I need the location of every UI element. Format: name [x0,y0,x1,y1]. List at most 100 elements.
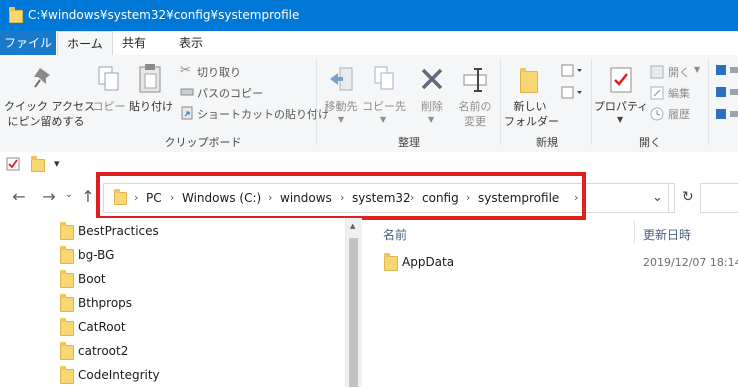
column-header-modified[interactable]: 更新日時 [643,226,691,243]
pin-to-quick-access-button[interactable]: クイック アクセス にピン留めする [4,59,95,131]
easy-access-icon[interactable] [560,85,584,101]
pin-label-line1: クイック アクセス [4,100,95,113]
tab-file[interactable]: ファイル [0,31,56,55]
group-label-clipboard: クリップボード [164,136,242,149]
breadcrumb-windows-c[interactable]: Windows (C:) [182,191,261,205]
paste-label: 貼り付け [129,100,173,113]
copy-button[interactable]: コピー [90,59,128,131]
back-arrow-icon[interactable]: ← [10,187,28,206]
copy-to-label: コピー先 [362,100,406,113]
copy-path-icon [180,88,194,96]
copy-path-label: パスのコピー [197,87,263,100]
ribbon-tabs: ファイル ホーム 共有 表示 [0,31,738,57]
group-label-new: 新規 [536,136,558,149]
scroll-up-icon[interactable]: ▲ [350,222,355,230]
open-icon [650,65,664,79]
tab-view[interactable]: 表示 [165,31,217,55]
refresh-icon[interactable]: ↻ [682,189,694,205]
new-folder-label-line2: フォルダー [504,115,559,128]
breadcrumb-chevron-icon[interactable]: › [268,191,272,204]
scrollbar-thumb[interactable] [349,238,358,387]
chevron-down-icon: ▼ [338,115,345,124]
copy-to-button[interactable]: コピー先 ▼ [362,59,406,131]
move-to-button[interactable]: 移動先 ▼ [320,59,362,131]
window-title: C:¥windows¥system32¥config¥systemprofile [28,8,300,22]
column-separator[interactable] [634,220,635,244]
move-to-icon [330,67,353,91]
rename-icon [463,68,487,92]
rename-label-line2: 変更 [464,115,486,128]
recent-locations-chevron-icon[interactable]: ⌄ [64,189,74,200]
tree-item-label: bg-BG [78,248,115,262]
new-folder-qat-icon[interactable] [31,156,45,172]
folder-icon [60,294,74,312]
open-label: 開く [668,66,690,79]
breadcrumb-systemprofile[interactable]: systemprofile [478,191,559,205]
properties-button[interactable]: プロパティ ▼ [594,59,648,131]
chevron-down-icon: ▼ [380,115,387,124]
ribbon-separator [316,59,317,145]
paste-button[interactable]: 貼り付け [128,59,174,131]
folder-icon [60,318,74,336]
folder-icon [60,366,74,384]
new-item-icon[interactable] [560,63,584,79]
chevron-down-icon: ▼ [617,115,624,124]
paste-shortcut-label: ショートカットの貼り付け [197,108,329,121]
navigation-pane: BestPractices bg-BG Boot Bthprops CatRoo… [0,218,360,387]
breadcrumb-system32[interactable]: system32 [352,191,411,205]
forward-arrow-icon[interactable]: → [40,187,58,206]
chevron-down-icon: ▼ [694,65,701,74]
tree-item-label: Boot [78,272,106,286]
new-folder-icon [520,68,538,93]
history-icon [650,107,664,121]
breadcrumb-chevron-icon[interactable]: › [340,191,344,204]
edit-icon [650,86,664,100]
column-header-name[interactable]: 名前 [383,226,407,243]
tree-item-label: CodeIntegrity [78,368,160,382]
breadcrumb-chevron-icon[interactable]: › [410,191,414,204]
ribbon-separator [500,59,501,145]
group-label-organize: 整理 [398,136,420,149]
rename-button[interactable]: 名前の 変更 [454,59,496,131]
pin-icon [34,68,50,88]
breadcrumb-pc[interactable]: PC [146,191,162,205]
delete-button[interactable]: 削除 ▼ [412,59,452,131]
file-row[interactable]: AppData 2019/12/07 18:14 [376,250,738,274]
copy-icon [98,66,119,91]
tab-home[interactable]: ホーム [57,31,113,57]
folder-icon [60,222,74,240]
breadcrumb-windows[interactable]: windows [280,191,332,205]
properties-label: プロパティ [593,100,649,113]
folder-icon [60,246,74,264]
folder-icon [384,253,398,271]
history-label: 履歴 [668,108,690,121]
breadcrumb-chevron-icon[interactable]: › [574,191,578,204]
paste-icon [139,64,161,93]
folder-icon [60,342,74,360]
properties-check-icon[interactable] [6,157,20,171]
address-folder-icon [114,189,127,205]
delete-x-icon [421,68,443,90]
pin-label-line2: にピン留めする [7,115,85,128]
address-dropdown-icon[interactable]: ⌄ [652,190,663,205]
edit-label: 編集 [668,87,690,100]
address-bar[interactable]: › PC › Windows (C:) › windows › system32… [103,183,694,213]
folder-icon [9,7,23,23]
breadcrumb-chevron-icon[interactable]: › [134,191,138,204]
delete-label: 削除 [421,100,443,113]
cut-label: 切り取り [197,66,241,79]
breadcrumb-config[interactable]: config [422,191,459,205]
new-folder-button[interactable]: 新しい フォルダー [504,59,559,131]
tree-item-label: BestPractices [78,224,159,238]
select-icons[interactable] [714,63,738,125]
tab-share[interactable]: 共有 [112,31,156,55]
file-name: AppData [402,255,455,269]
up-arrow-icon[interactable]: ↑ [80,187,96,206]
qat-dropdown-icon[interactable]: ▾ [54,157,60,170]
new-folder-label-line1: 新しい [513,100,547,113]
search-box[interactable] [700,183,738,213]
breadcrumb-chevron-icon[interactable]: › [466,191,470,204]
breadcrumb-chevron-icon[interactable]: › [170,191,174,204]
tree-item-label: Bthprops [78,296,133,310]
copy-to-icon [374,66,394,90]
